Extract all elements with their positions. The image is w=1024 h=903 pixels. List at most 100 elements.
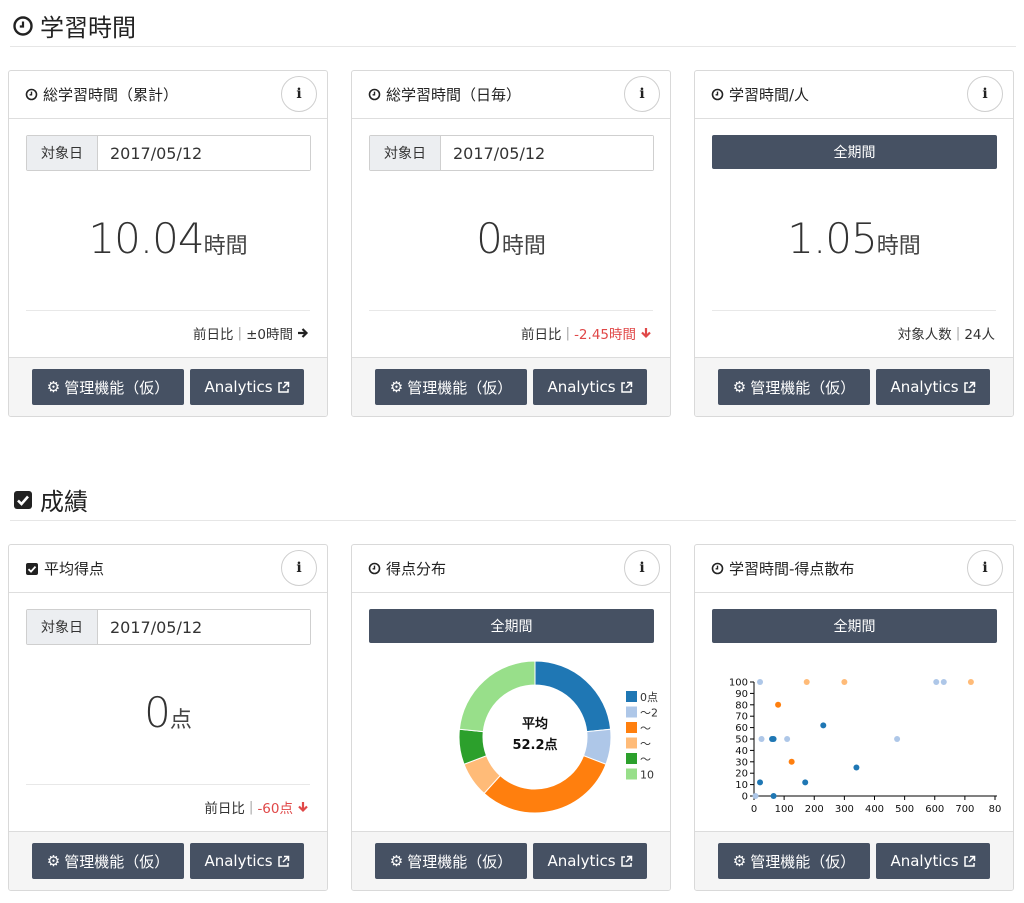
analytics-button[interactable]: Analytics (533, 843, 647, 879)
admin-button-label: 管理機能（仮） (64, 852, 170, 871)
scatter-point (894, 736, 901, 742)
admin-button-label: 管理機能（仮） (750, 852, 856, 871)
scatter-point (788, 758, 795, 765)
metric-number: 0 (476, 214, 503, 263)
scatter-point (933, 679, 940, 685)
legend-swatch (626, 722, 637, 733)
panel-score-distribution: 得点分布 i 全期間 平均 52.2点 0点 〜2 〜〜〜 10 ⚙ 管理機能（仮） A… (351, 544, 671, 891)
date-picker: 対象日 (26, 609, 311, 645)
analytics-button[interactable]: Analytics (190, 843, 304, 879)
info-button[interactable]: i (281, 76, 317, 112)
separator: | (237, 325, 243, 341)
external-link-icon (963, 855, 975, 867)
legend-swatch (626, 753, 637, 764)
legend-label: 〜2 (640, 707, 658, 720)
info-icon: i (296, 86, 302, 102)
x-tick-label: 600 (925, 804, 944, 815)
scatter-point (784, 736, 791, 742)
scatter-point (841, 679, 848, 685)
y-tick-label: 50 (735, 735, 748, 746)
info-button[interactable]: i (281, 550, 317, 586)
admin-button[interactable]: ⚙ 管理機能（仮） (718, 843, 870, 879)
analytics-button[interactable]: Analytics (876, 843, 990, 879)
legend-label: 〜 (640, 753, 651, 766)
metric-unit: 点 (169, 708, 192, 733)
admin-button[interactable]: ⚙ 管理機能（仮） (375, 369, 527, 405)
external-link-icon (277, 381, 289, 393)
panel-header: 総学習時間（累計） i (9, 71, 327, 119)
scatter-point (758, 736, 765, 742)
gear-icon: ⚙ (732, 852, 747, 870)
info-button[interactable]: i (967, 76, 1003, 112)
admin-button[interactable]: ⚙ 管理機能（仮） (32, 843, 184, 879)
legend-label: 〜 (640, 722, 651, 735)
panel-average-score: 平均得点 i 対象日 0点 前日比 | -60点 ⚙管理機能（仮） Analyt… (8, 544, 328, 891)
y-tick-label: 100 (729, 678, 748, 689)
date-picker: 対象日 (369, 135, 654, 171)
info-icon: i (639, 560, 645, 576)
section-title-text: 学習時間 (40, 14, 136, 42)
scatter-point (820, 722, 827, 729)
metric-number: 10.04 (88, 214, 204, 263)
analytics-button-label: Analytics (204, 852, 273, 870)
compare-previous-day: 前日比 | ±0時間 (193, 323, 309, 343)
external-link-icon (963, 381, 975, 393)
admin-button[interactable]: ⚙ 管理機能（仮） (32, 369, 184, 405)
section-divider (10, 46, 1016, 47)
panel-header: 平均得点 i (9, 545, 327, 593)
compare-value: ±0時間 (246, 327, 293, 343)
panel-body: 全期間 1.05時間 対象人数 | 24人 (695, 119, 1013, 359)
admin-button-label: 管理機能（仮） (407, 852, 513, 871)
scatter-point (940, 679, 947, 685)
panel-header: 得点分布 i (352, 545, 670, 593)
info-button[interactable]: i (967, 550, 1003, 586)
info-icon: i (982, 86, 988, 102)
checkbox-checked-icon (14, 490, 32, 509)
legend-label: 0点 (640, 691, 658, 704)
analytics-button[interactable]: Analytics (533, 369, 647, 405)
admin-button[interactable]: ⚙ 管理機能（仮） (718, 369, 870, 405)
metric-unit: 時間 (501, 234, 546, 259)
y-tick-label: 70 (735, 712, 748, 723)
compare-value: -2.45時間 (574, 327, 636, 343)
period-button[interactable]: 全期間 (712, 135, 997, 169)
analytics-button-label: Analytics (547, 378, 616, 396)
analytics-button[interactable]: Analytics (876, 369, 990, 405)
x-tick-label: 80 (989, 804, 1002, 815)
admin-button[interactable]: ⚙ 管理機能（仮） (375, 843, 527, 879)
scatter-chart: 01020304050607080901000 100 200 300 400 500 60… (729, 678, 1002, 816)
target-label: 対象人数 (897, 327, 952, 343)
panel-header: 学習時間-得点散布 i (695, 545, 1013, 593)
date-input[interactable] (98, 610, 310, 644)
date-label: 対象日 (27, 136, 98, 170)
x-tick-label: 400 (865, 804, 884, 815)
scatter-point (803, 679, 810, 685)
y-tick-label: 30 (735, 757, 748, 768)
gear-icon: ⚙ (46, 378, 61, 396)
metric-value: 10.04時間 (9, 214, 327, 263)
clock-icon (711, 88, 724, 101)
panel-header: 学習時間/人 i (695, 71, 1013, 119)
info-button[interactable]: i (624, 550, 660, 586)
panel-footer: ⚙ 管理機能（仮） Analytics (695, 357, 1013, 416)
metric-unit: 時間 (876, 234, 921, 259)
x-tick-label: 200 (805, 804, 824, 815)
admin-button-label: 管理機能（仮） (750, 378, 856, 397)
panel-total-daily: 総学習時間（日毎） i 対象日 0時間 前日比 | -2.45時間 ⚙管理機能（… (351, 70, 671, 417)
metric-number: 1.05 (787, 214, 878, 263)
date-input[interactable] (98, 136, 310, 170)
panel-title: 学習時間/人 (729, 86, 810, 104)
info-icon: i (639, 86, 645, 102)
date-input[interactable] (441, 136, 653, 170)
metric-value: 0時間 (352, 214, 670, 263)
analytics-button-label: Analytics (204, 378, 273, 396)
info-button[interactable]: i (624, 76, 660, 112)
y-tick-label: 0 (742, 792, 748, 803)
gear-icon: ⚙ (389, 852, 404, 870)
analytics-button[interactable]: Analytics (190, 369, 304, 405)
panel-per-person: 学習時間/人 i 全期間 1.05時間 対象人数 | 24人 ⚙ 管理機能（仮） … (694, 70, 1014, 417)
divider (26, 784, 310, 785)
panel-title: 学習時間-得点散布 (729, 560, 855, 578)
admin-button-label: 管理機能（仮） (64, 378, 170, 397)
panel-body: 対象日 0時間 前日比 | -2.45時間 (352, 119, 670, 359)
